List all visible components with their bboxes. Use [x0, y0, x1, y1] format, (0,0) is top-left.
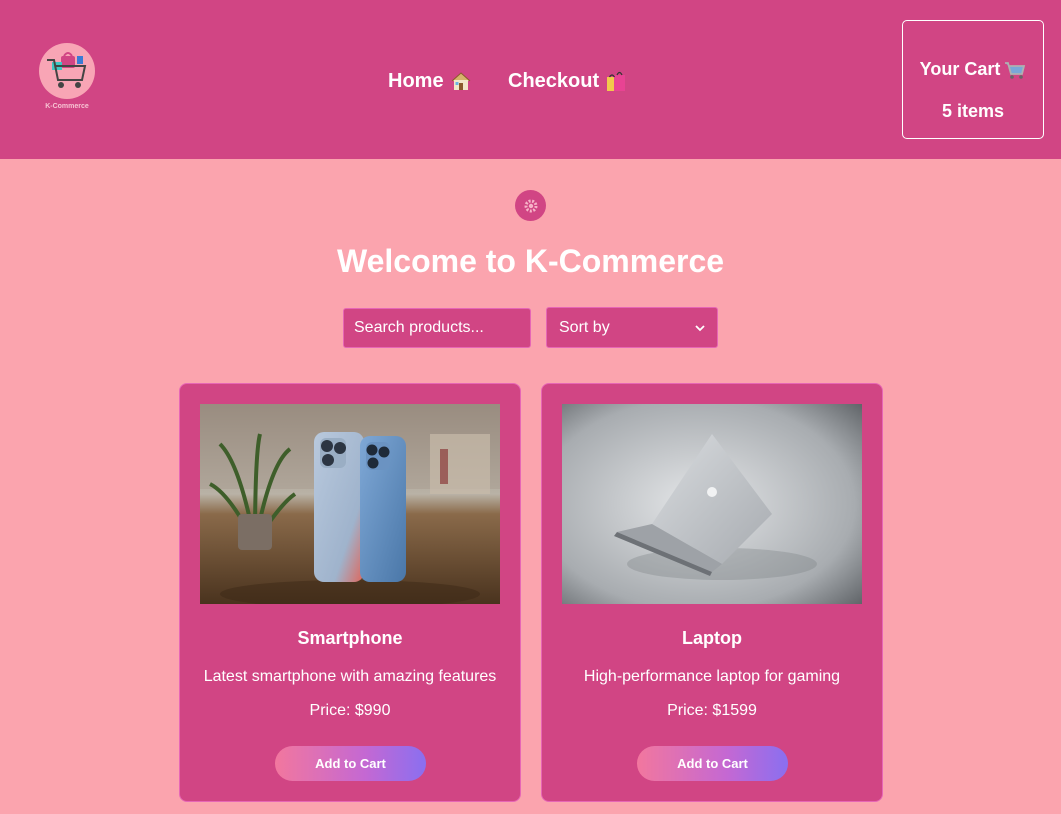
product-price: Price: $990 [180, 702, 520, 720]
shopping-bags-icon [607, 71, 626, 91]
nav-home-label: Home [388, 69, 444, 92]
page-title: Welcome to K-Commerce [336, 243, 725, 279]
nav-checkout-link[interactable]: Checkout [508, 66, 627, 96]
brand-logo[interactable]: K-Commerce [38, 42, 95, 114]
cart-item-count: 5 items [941, 101, 1005, 121]
gear-icon [524, 199, 537, 212]
price-value: 990 [363, 702, 391, 719]
product-description: High-performance laptop for gaming [583, 668, 841, 685]
logo-text: K-Commerce [45, 103, 89, 110]
product-card: Laptop High-performance laptop for gamin… [541, 383, 883, 802]
price-value: 1599 [721, 702, 757, 719]
add-to-cart-button[interactable]: Add to Cart [637, 746, 788, 781]
product-name: Smartphone [297, 628, 403, 648]
cart-title: Your Cart [903, 59, 1043, 80]
product-description: Latest smartphone with amazing features [203, 668, 497, 685]
laptop-photo [562, 404, 862, 604]
smartphone-photo [200, 404, 500, 604]
sort-selected-value: Sort by [559, 318, 610, 336]
product-name: Laptop [682, 628, 742, 648]
shopping-cart-icon [1005, 61, 1026, 79]
site-header: K-Commerce Home Checkout Your Cart 5 ite… [0, 0, 1061, 159]
cart-summary[interactable]: Your Cart 5 items [902, 20, 1044, 139]
nav-home-link[interactable]: Home [388, 66, 472, 96]
sort-select[interactable]: Sort by [546, 307, 718, 348]
product-price: Price: $1599 [542, 702, 882, 720]
price-label: Price: $ [309, 702, 364, 719]
shopping-cart-logo-icon [47, 52, 87, 88]
price-label: Price: $ [667, 702, 722, 719]
product-card: Smartphone Latest smartphone with amazin… [179, 383, 521, 802]
add-to-cart-button[interactable]: Add to Cart [275, 746, 426, 781]
search-input[interactable] [343, 308, 531, 348]
theme-toggle-button[interactable] [515, 190, 546, 221]
house-icon [451, 72, 470, 90]
chevron-down-icon [695, 324, 705, 331]
nav-checkout-label: Checkout [508, 69, 600, 92]
cart-title-label: Your Cart [919, 59, 1001, 79]
